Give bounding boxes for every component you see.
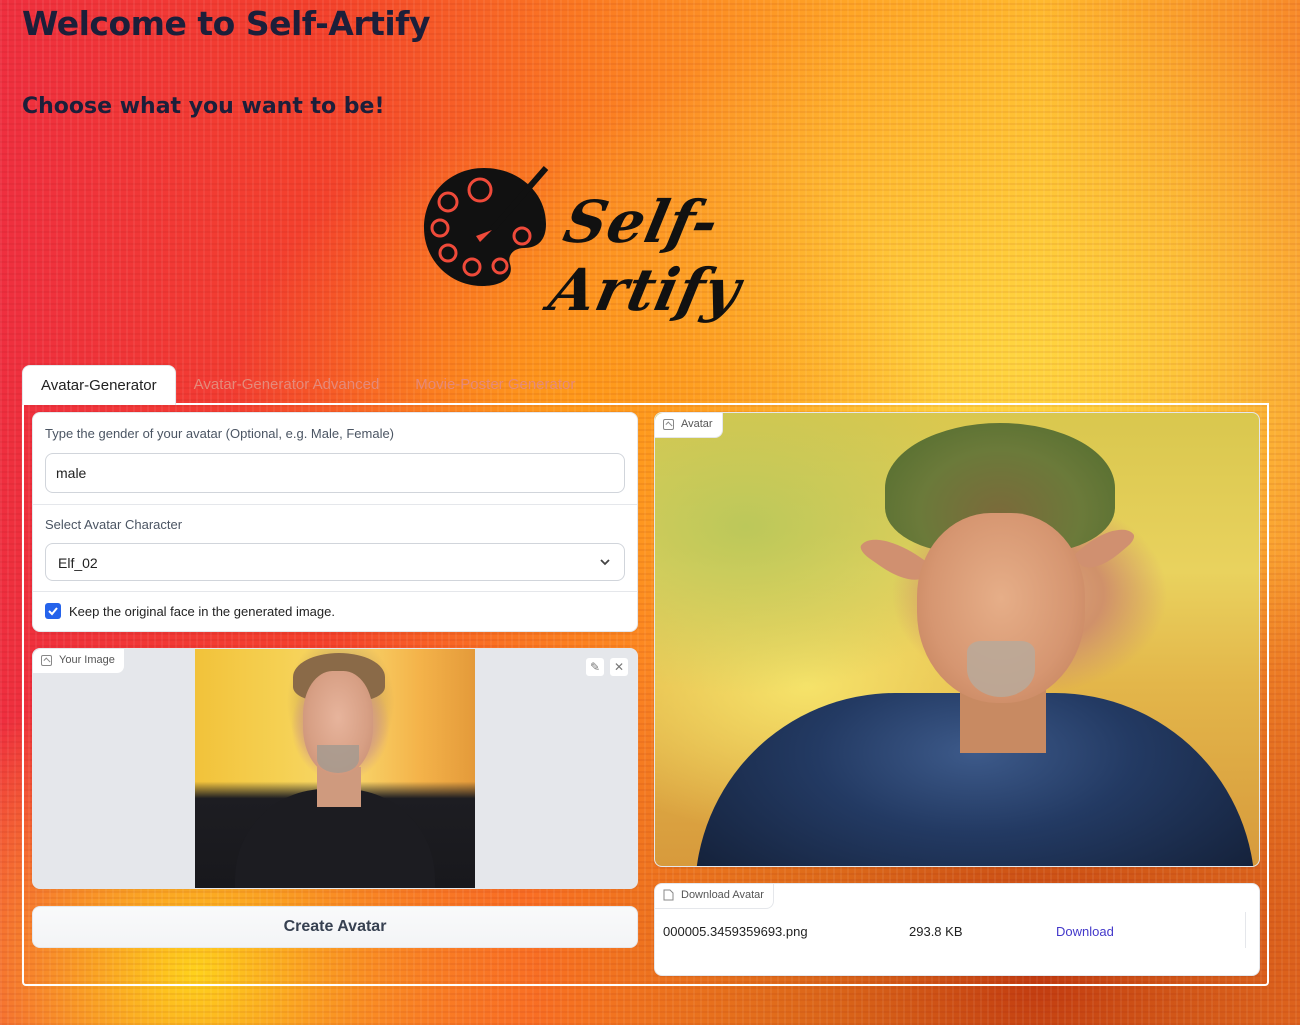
- avatar-output: Avatar: [654, 412, 1260, 867]
- form-divider: [33, 591, 637, 592]
- uploaded-photo: [195, 649, 475, 888]
- tab-bar: Avatar-Generator Avatar-Generator Advanc…: [22, 365, 593, 405]
- gender-input[interactable]: male: [45, 453, 625, 493]
- logo-text: Self-Artify: [543, 188, 748, 324]
- avatar-settings-form: Type the gender of your avatar (Optional…: [32, 412, 638, 632]
- chevron-down-icon: [600, 559, 610, 566]
- avatar-label: Avatar: [681, 418, 713, 430]
- your-image-upload[interactable]: Your Image ✎ ✕: [32, 648, 638, 889]
- photo-beard: [317, 745, 359, 773]
- pencil-icon[interactable]: ✎: [585, 657, 605, 677]
- download-tag: Download Avatar: [655, 884, 774, 909]
- create-avatar-button[interactable]: Create Avatar: [32, 906, 638, 948]
- generated-avatar-image: [655, 413, 1259, 866]
- form-divider: [33, 504, 637, 505]
- download-avatar-panel: Download Avatar 000005.3459359693.png 29…: [654, 883, 1260, 976]
- avatar-tag: Avatar: [655, 413, 723, 438]
- gender-label: Type the gender of your avatar (Optional…: [45, 426, 395, 441]
- character-select[interactable]: Elf_02: [45, 543, 625, 581]
- scrollbar[interactable]: [1245, 912, 1259, 948]
- avatar-beard: [967, 641, 1035, 697]
- character-label: Select Avatar Character: [45, 517, 183, 532]
- keep-face-checkbox[interactable]: [45, 603, 61, 619]
- tab-avatar-generator[interactable]: Avatar-Generator: [22, 365, 176, 405]
- file-icon: [663, 889, 674, 901]
- tab-avatar-generator-advanced[interactable]: Avatar-Generator Advanced: [176, 365, 398, 405]
- your-image-label: Your Image: [59, 654, 115, 666]
- file-name: 000005.3459359693.png: [663, 924, 808, 939]
- close-icon[interactable]: ✕: [609, 657, 629, 677]
- download-label: Download Avatar: [681, 889, 764, 901]
- your-image-tag: Your Image: [33, 649, 125, 674]
- character-select-value: Elf_02: [58, 555, 98, 571]
- tab-movie-poster-generator[interactable]: Movie-Poster Generator: [397, 365, 593, 405]
- keep-face-label: Keep the original face in the generated …: [69, 604, 335, 619]
- palette-icon: [424, 166, 549, 286]
- image-icon: [663, 419, 674, 430]
- self-artify-logo: Self-Artify: [418, 160, 878, 324]
- page-title: Welcome to Self-Artify: [22, 4, 431, 43]
- file-size: 293.8 KB: [909, 924, 963, 939]
- page-subtitle: Choose what you want to be!: [22, 94, 385, 119]
- checkmark-icon: [48, 607, 58, 616]
- image-icon: [41, 655, 52, 666]
- download-link[interactable]: Download: [1056, 924, 1114, 939]
